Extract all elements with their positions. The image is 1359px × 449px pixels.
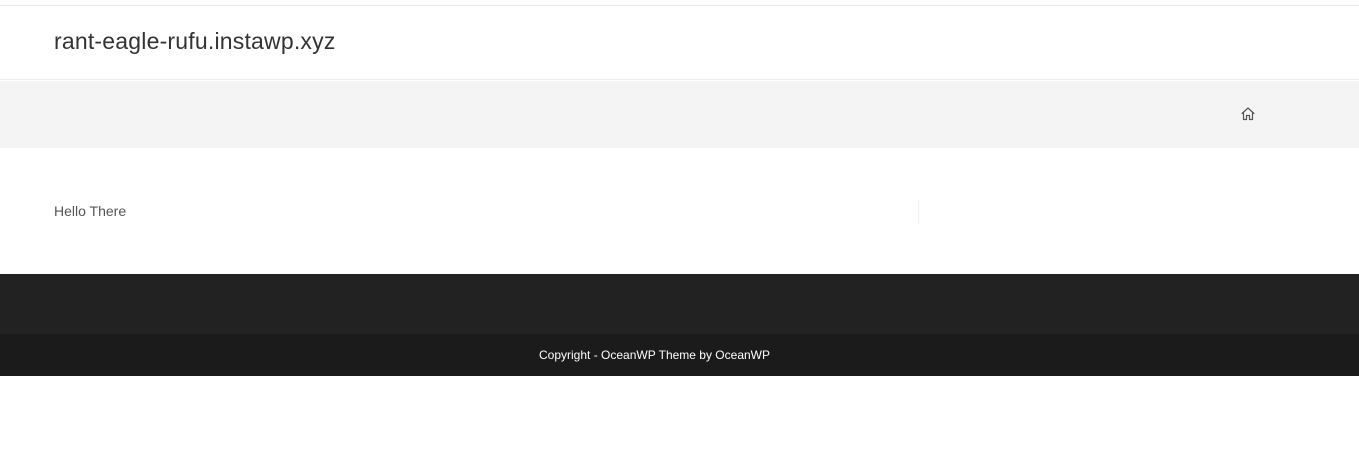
breadcrumb-home-link[interactable] [1239,105,1257,123]
footer-bottom: Copyright - OceanWP Theme by OceanWP [0,334,1359,376]
site-title-link[interactable]: rant-eagle-rufu.instawp.xyz [54,28,336,55]
page-header [0,81,1359,148]
copyright-prefix: Copyright - [539,348,602,362]
oceanwp-theme-link[interactable]: OceanWP Theme by OceanWP [601,348,770,362]
footer-widgets [0,274,1359,334]
sidebar-divider [918,200,919,224]
site-header: rant-eagle-rufu.instawp.xyz [0,6,1359,80]
main-content: Hello There [0,148,1359,274]
entry-content-text: Hello There [54,203,127,219]
home-icon [1239,105,1257,123]
copyright-text: Copyright - OceanWP Theme by OceanWP [0,348,1309,362]
